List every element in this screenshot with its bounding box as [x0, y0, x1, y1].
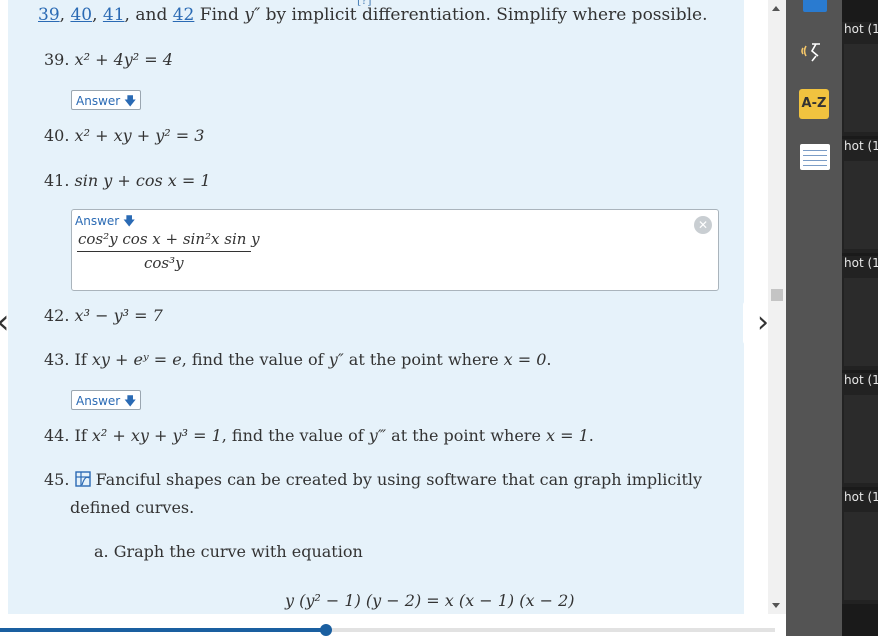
vertical-scrollbar[interactable]	[768, 0, 786, 614]
screenshot-thumb[interactable]: hot (14	[842, 139, 878, 253]
text-to-speech-icon[interactable]	[798, 36, 828, 66]
tool-sidebar: A-Z	[786, 0, 842, 636]
graphing-calculator-icon[interactable]	[74, 471, 91, 487]
problem-41: 41. sin y + cos x = 1	[44, 171, 211, 190]
screenshot-thumb[interactable]: hot (15	[842, 256, 878, 370]
problem-44: 44. If x² + xy + y³ = 1, find the value …	[44, 426, 594, 445]
fraction-bar	[77, 251, 251, 252]
reader-content: [?] 39, 40, 41, and 42 Find y″ by implic…	[0, 0, 768, 614]
answer-numerator: cos²y cos x + sin²x sin y	[78, 230, 260, 248]
scrollbar-thumb[interactable]	[771, 289, 783, 301]
link-40[interactable]: 40	[70, 5, 92, 25]
exercise-instruction: 39, 40, 41, and 42 Find y″ by implicit d…	[38, 5, 708, 25]
notes-icon[interactable]	[800, 144, 830, 170]
screenshot-thumb[interactable]: hot (17	[842, 490, 878, 604]
problem-39: 39. x² + 4y² = 4	[44, 50, 173, 69]
book-icon[interactable]	[803, 0, 827, 12]
scroll-up-icon[interactable]	[772, 6, 780, 11]
answer-button-39[interactable]: Answer 🡇	[71, 90, 142, 110]
down-arrow-icon: 🡇	[123, 214, 136, 228]
reading-progress[interactable]	[0, 614, 786, 636]
screenshot-thumb[interactable]: hot (13	[842, 22, 878, 136]
exercise-panel: [?] 39, 40, 41, and 42 Find y″ by implic…	[8, 0, 744, 614]
link-42[interactable]: 42	[173, 5, 195, 25]
problem-45: 45. Fanciful shapes can be created by us…	[44, 470, 703, 489]
previous-page-button[interactable]: ‹	[0, 302, 18, 342]
down-arrow-icon: 🡇	[124, 394, 137, 408]
problem-45-continued: defined curves.	[70, 498, 195, 517]
answer-denominator: cos³y	[144, 254, 184, 272]
answer-button-43[interactable]: Answer 🡇	[71, 390, 142, 410]
down-arrow-icon: 🡇	[124, 94, 137, 108]
problem-40: 40. x² + xy + y² = 3	[44, 126, 205, 145]
link-39[interactable]: 39	[38, 5, 60, 25]
screenshot-thumb[interactable]: hot (16	[842, 373, 878, 487]
progress-handle[interactable]	[320, 624, 332, 636]
curve-equation: y (y² − 1) (y − 2) = x (x − 1) (x − 2)	[285, 591, 575, 610]
answer-panel-41: Answer 🡇 ✕ cos²y cos x + sin²x sin y cos…	[71, 209, 719, 291]
problem-43: 43. If xy + eʸ = e, find the value of y″…	[44, 350, 552, 369]
link-41[interactable]: 41	[103, 5, 125, 25]
glossary-button[interactable]: A-Z	[799, 89, 829, 119]
scroll-down-icon[interactable]	[772, 603, 780, 608]
problem-42: 42. x³ − y³ = 7	[44, 306, 163, 325]
part-a: a. Graph the curve with equation	[94, 542, 363, 561]
screenshot-strip: hot (13 hot (14 hot (15 hot (16 hot (17	[842, 0, 878, 636]
progress-fill	[0, 628, 326, 632]
next-page-button[interactable]: ›	[743, 301, 768, 345]
close-icon[interactable]: ✕	[694, 216, 712, 234]
